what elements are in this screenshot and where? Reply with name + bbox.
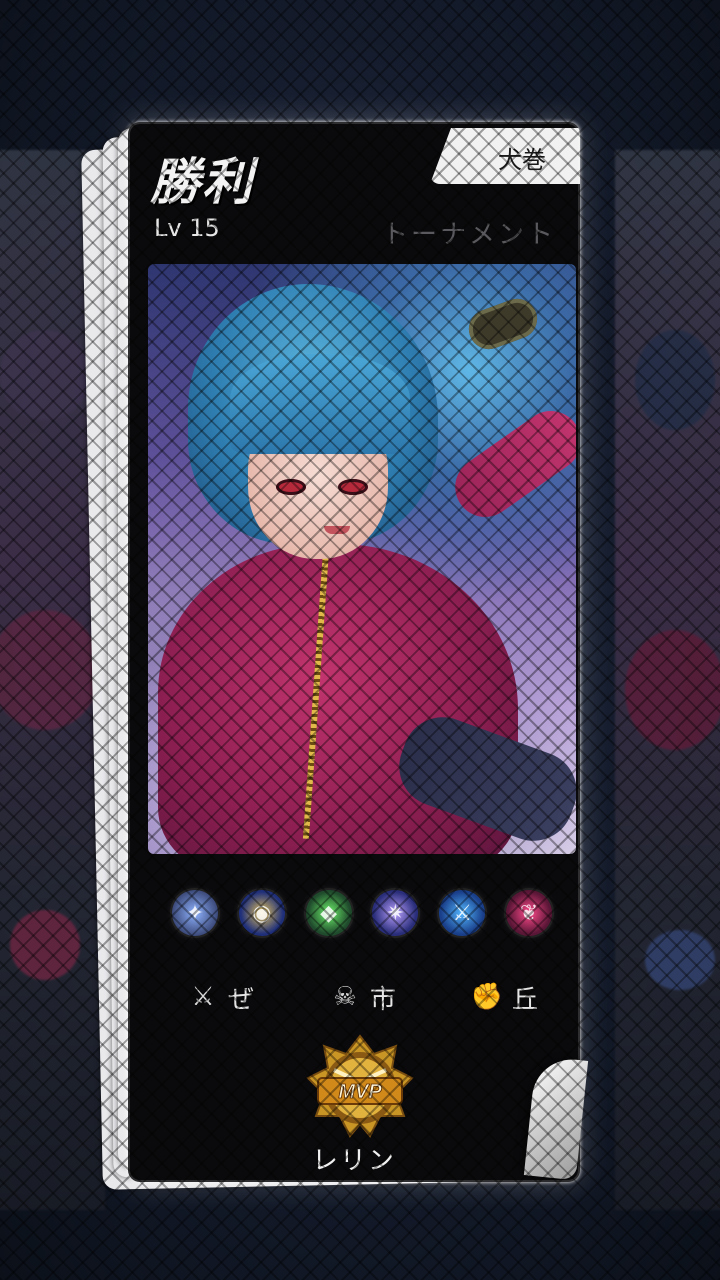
blue-blade-item-icon[interactable]: ⚔ — [439, 890, 486, 936]
match-result-card[interactable]: 勝利 Lv 15 犬巻 トーナメント ✦ ◉ ◆ ✷ ⚔ ❦ ⚔ ぜ ☠ 市 ✊… — [128, 122, 580, 1182]
mvp-player-name: レリン — [311, 1146, 396, 1176]
hero-level: Lv 15 — [154, 214, 220, 242]
next-card-preview[interactable] — [615, 150, 720, 1210]
fist-icon: ✊ — [470, 982, 504, 1012]
kda-stats: ⚔ ぜ ☠ 市 ✊ 丘 — [188, 977, 538, 1017]
lightning-orb-item-icon[interactable]: ✷ — [372, 890, 419, 936]
blue-orb-item-icon[interactable]: ◉ — [238, 890, 285, 936]
demon-wing-item-icon[interactable]: ❦ — [505, 890, 552, 936]
deaths-value: 市 — [369, 984, 396, 1015]
mvp-badge-text: MVP — [338, 1081, 382, 1103]
skull-icon: ☠ — [333, 982, 357, 1012]
green-crystal-item-icon[interactable]: ◆ — [305, 890, 352, 936]
mode-tab-label: 犬巻 — [498, 146, 546, 174]
kills-stat: ⚔ ぜ — [188, 977, 254, 1017]
crossed-swords-icon: ⚔ — [191, 982, 215, 1012]
assists-value: 丘 — [511, 984, 538, 1015]
deaths-stat: ☠ 市 — [330, 977, 396, 1017]
boots-item-icon[interactable]: ✦ — [172, 890, 218, 936]
item-build: ✦ ◉ ◆ ✷ ⚔ ❦ — [172, 890, 552, 942]
kills-value: ぜ — [228, 984, 255, 1015]
match-result-screen: 勝利 Lv 15 犬巻 トーナメント ✦ ◉ ◆ ✷ ⚔ ❦ ⚔ ぜ ☠ 市 ✊… — [0, 0, 720, 1280]
match-mode-label: トーナメント — [381, 220, 556, 250]
hero-artwork — [148, 264, 576, 854]
mvp-badge-icon: MVP — [304, 1032, 416, 1144]
assists-stat: ✊ 丘 — [470, 977, 538, 1017]
victory-title: 勝利 — [150, 152, 254, 211]
